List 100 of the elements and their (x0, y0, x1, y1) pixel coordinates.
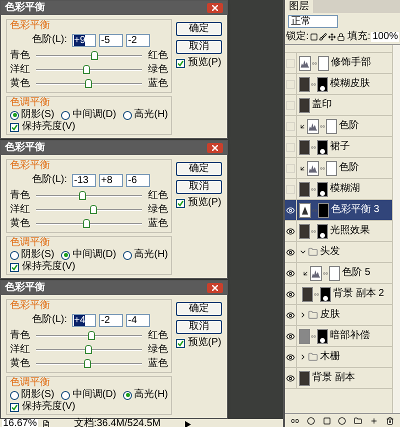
checkbox[interactable] (176, 338, 185, 348)
layer-row[interactable]: 修饰手部 (285, 53, 392, 74)
visibility-toggle[interactable] (286, 100, 295, 110)
new-layer-icon[interactable] (370, 416, 378, 424)
panel-tab[interactable]: 图层 (285, 0, 313, 13)
move-icon[interactable] (328, 33, 336, 41)
slider-thumb[interactable] (84, 344, 92, 354)
link-icon (311, 144, 316, 150)
input-field[interactable]: -6 (126, 174, 150, 186)
input-field[interactable]: -4 (126, 314, 150, 326)
radio-button[interactable] (61, 390, 70, 400)
input-field[interactable]: -2 (126, 34, 150, 46)
checkbox[interactable] (10, 122, 19, 132)
trash-icon[interactable] (386, 416, 394, 424)
radio-button[interactable] (61, 250, 70, 260)
slider-thumb[interactable] (78, 190, 86, 200)
fill-field[interactable]: 100% (371, 32, 400, 42)
slider-thumb[interactable] (82, 64, 90, 74)
blend-mode-dropdown[interactable]: 正常 (288, 15, 338, 28)
slider-track[interactable] (36, 358, 142, 368)
cancel-button[interactable]: 取消 (176, 320, 222, 334)
input-field[interactable]: -2 (99, 314, 123, 326)
visibility-toggle[interactable] (286, 184, 295, 194)
layer-row[interactable]: 光照效果 (285, 221, 392, 242)
layer-row[interactable]: 色阶 5 (285, 263, 392, 284)
checkbox[interactable] (176, 58, 185, 68)
slider-label: 红色 (147, 50, 168, 60)
slider-thumb[interactable] (91, 50, 98, 60)
input-field[interactable]: -13 (72, 174, 96, 186)
mask-thumbnail (329, 266, 340, 280)
layer-row[interactable]: 盖印 (285, 95, 392, 116)
layer-row[interactable]: 模糊皮肤 (285, 74, 392, 95)
folder-icon[interactable] (354, 416, 362, 424)
eye-icon[interactable] (286, 248, 295, 256)
expand-icon[interactable] (299, 311, 307, 319)
input-field[interactable]: +9 (72, 34, 96, 46)
ok-button[interactable]: 确定 (176, 162, 222, 176)
radio-button[interactable] (10, 390, 19, 400)
layer-row[interactable]: 裙子 (285, 137, 392, 158)
eye-icon[interactable] (286, 374, 295, 382)
link-icon[interactable] (290, 416, 299, 424)
checkbox[interactable] (10, 402, 19, 412)
expand-icon[interactable] (299, 248, 307, 256)
slider-track[interactable] (36, 64, 142, 74)
visibility-toggle[interactable] (286, 122, 295, 130)
visibility-toggle[interactable] (286, 142, 295, 152)
layer-row[interactable]: 色阶 (285, 158, 392, 179)
slider-track[interactable] (36, 218, 142, 228)
layer-name: 修饰手部 (331, 58, 371, 68)
visibility-toggle[interactable] (286, 80, 295, 88)
radio-button[interactable] (123, 110, 132, 120)
layer-row[interactable]: 色阶 (285, 116, 392, 137)
layer-name: 暗部补偿 (330, 331, 370, 341)
slider-thumb[interactable] (84, 358, 91, 368)
radio-button[interactable] (10, 250, 19, 260)
eye-icon[interactable] (286, 226, 295, 236)
eye-icon[interactable] (286, 268, 295, 278)
slider-thumb[interactable] (88, 330, 96, 340)
slider-track[interactable] (36, 330, 142, 340)
input-field[interactable]: +4 (72, 314, 96, 326)
triangle-right-icon[interactable] (184, 420, 191, 427)
brush-icon[interactable] (318, 33, 327, 41)
cancel-button[interactable]: 取消 (176, 180, 222, 194)
slider-thumb[interactable] (84, 78, 92, 88)
slider-thumb[interactable] (90, 204, 98, 214)
lock-icon[interactable] (336, 33, 345, 41)
slider-thumb[interactable] (82, 218, 90, 228)
eye-icon[interactable] (286, 290, 295, 298)
close-button[interactable] (207, 283, 223, 293)
slider-track[interactable] (36, 50, 142, 60)
checkbox[interactable] (176, 198, 185, 208)
layer-row[interactable]: 暗部补偿 (285, 326, 392, 347)
close-button[interactable] (207, 143, 223, 153)
cancel-button[interactable]: 取消 (176, 40, 222, 54)
ok-button[interactable]: 确定 (176, 22, 222, 36)
radio-button[interactable] (123, 250, 132, 260)
visibility-toggle[interactable] (286, 58, 295, 68)
slider-label: 蓝色 (147, 78, 168, 88)
scrollbar[interactable] (392, 45, 400, 413)
slider-track[interactable] (36, 190, 142, 200)
checkbox[interactable] (10, 262, 19, 272)
zoom-field[interactable]: 16.67% (2, 419, 38, 427)
slider-track[interactable] (36, 204, 142, 214)
visibility-toggle[interactable] (286, 164, 295, 172)
close-button[interactable] (207, 3, 223, 13)
input-field[interactable]: +8 (99, 174, 123, 186)
layer-row[interactable]: 背景 副本 2 (285, 284, 392, 305)
expand-icon[interactable] (299, 353, 307, 361)
radio-button[interactable] (10, 110, 19, 120)
slider-track[interactable] (36, 78, 142, 88)
eye-icon[interactable] (286, 310, 295, 320)
layer-row[interactable]: 色彩平衡 3 (285, 200, 392, 221)
slider-track[interactable] (36, 344, 142, 354)
ok-button[interactable]: 确定 (176, 302, 222, 316)
radio-button[interactable] (61, 110, 70, 120)
input-field[interactable]: -5 (99, 34, 123, 46)
eye-icon[interactable] (286, 332, 295, 340)
layer-row[interactable]: 背景 副本 (285, 368, 392, 389)
eye-icon[interactable] (286, 352, 295, 362)
radio-button[interactable] (123, 390, 132, 400)
